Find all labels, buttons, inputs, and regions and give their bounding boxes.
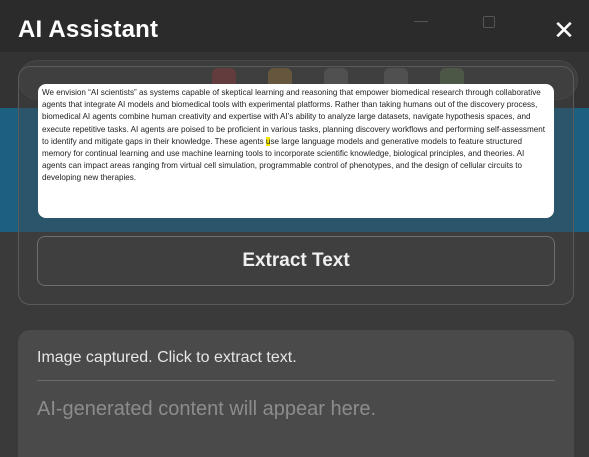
ai-assistant-panel: AI Assistant ✕ We envision “AI scientist…	[0, 0, 589, 457]
extract-text-button[interactable]: Extract Text	[37, 236, 555, 286]
panel-title: AI Assistant	[18, 16, 159, 43]
output-placeholder: AI-generated content will appear here.	[37, 398, 377, 420]
status-message: Image captured. Click to extract text.	[37, 349, 297, 366]
background-maximize-icon	[483, 16, 495, 28]
divider	[37, 380, 555, 381]
captured-image-preview: We envision “AI scientists” as systems c…	[38, 84, 554, 218]
background-minimize-icon	[414, 21, 428, 22]
close-icon[interactable]: ✕	[550, 16, 578, 44]
